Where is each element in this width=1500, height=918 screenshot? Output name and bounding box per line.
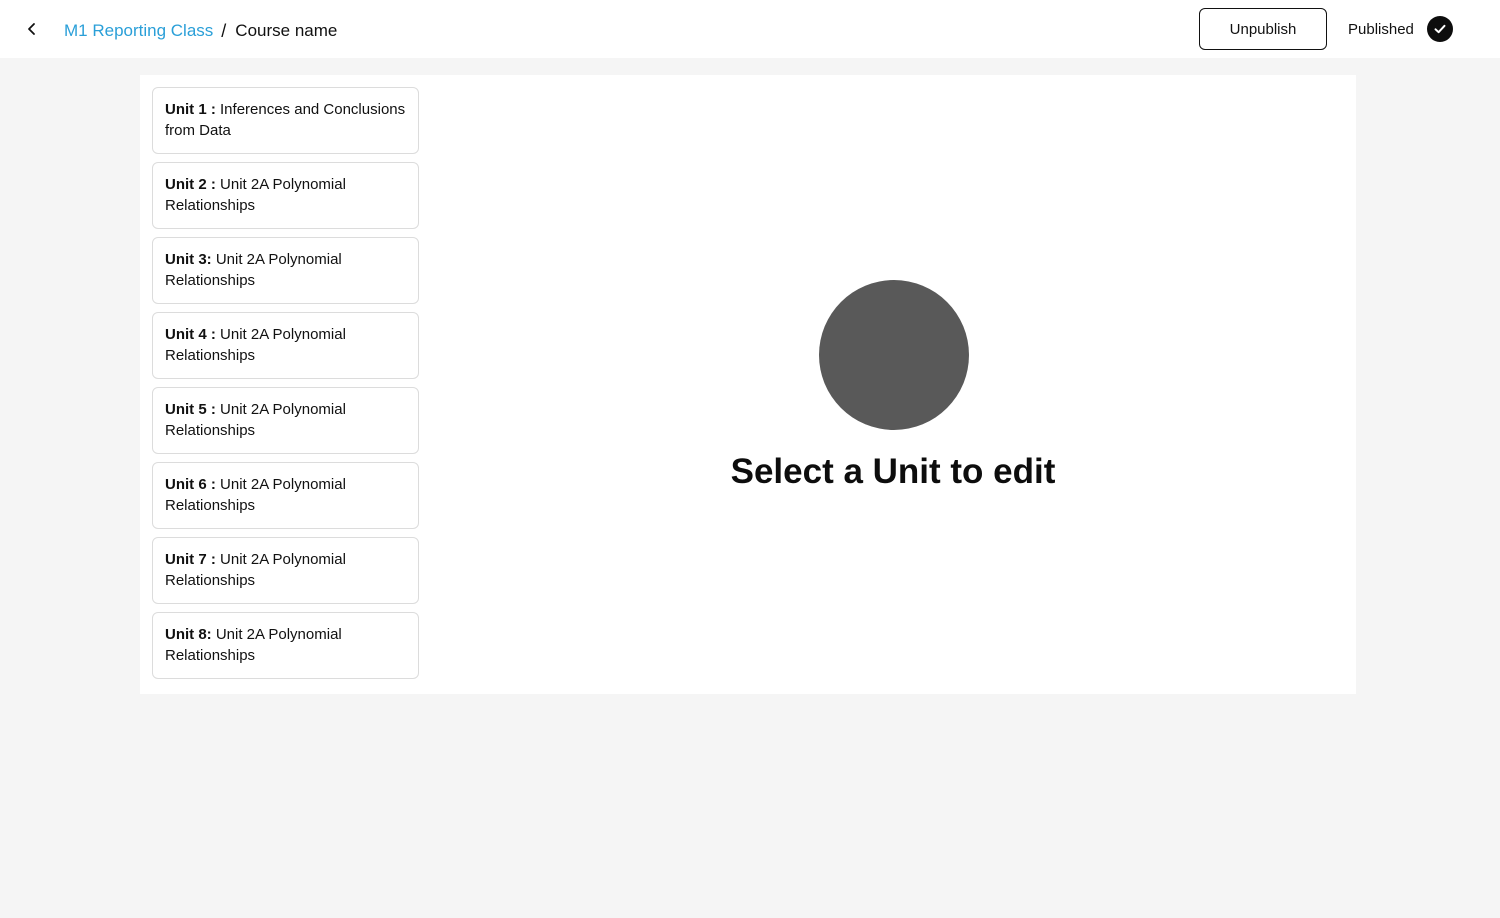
unit-number: Unit 7 :	[165, 551, 216, 568]
unit-card-3[interactable]: Unit 3: Unit 2A Polynomial Relationships	[152, 237, 419, 304]
status-label: Published	[1348, 20, 1414, 38]
unit-card-5[interactable]: Unit 5 : Unit 2A Polynomial Relationship…	[152, 387, 419, 454]
top-bar: M1 Reporting Class / Course name Unpubli…	[0, 0, 1500, 58]
breadcrumb-parent-link[interactable]: M1 Reporting Class	[64, 19, 213, 43]
unit-number: Unit 2 :	[165, 176, 216, 193]
breadcrumb: M1 Reporting Class / Course name	[64, 19, 337, 43]
unit-card-4[interactable]: Unit 4 : Unit 2A Polynomial Relationship…	[152, 312, 419, 379]
unpublish-button[interactable]: Unpublish	[1199, 8, 1327, 50]
unit-number: Unit 4 :	[165, 326, 216, 343]
unit-list: Unit 1 : Inferences and Conclusions from…	[152, 87, 419, 687]
unit-card-8[interactable]: Unit 8: Unit 2A Polynomial Relationships	[152, 612, 419, 679]
breadcrumb-separator: /	[221, 21, 227, 41]
placeholder-illustration	[819, 280, 969, 430]
unit-number: Unit 3:	[165, 251, 212, 268]
empty-state-title: Select a Unit to edit	[730, 452, 1056, 491]
empty-state: Select a Unit to edit	[570, 75, 1216, 694]
unit-number: Unit 1 :	[165, 101, 216, 118]
unit-card-7[interactable]: Unit 7 : Unit 2A Polynomial Relationship…	[152, 537, 419, 604]
unit-card-2[interactable]: Unit 2 : Unit 2A Polynomial Relationship…	[152, 162, 419, 229]
course-editor-panel: Unit 1 : Inferences and Conclusions from…	[140, 75, 1356, 694]
chevron-left-icon	[28, 23, 35, 35]
publish-status: Published	[1348, 16, 1453, 42]
check-circle-icon	[1426, 16, 1453, 42]
unit-card-1[interactable]: Unit 1 : Inferences and Conclusions from…	[152, 87, 419, 154]
breadcrumb-current: Course name	[235, 21, 338, 40]
unit-number: Unit 6 :	[165, 476, 216, 493]
unit-number: Unit 8:	[165, 626, 212, 643]
unit-number: Unit 5 :	[165, 401, 216, 418]
back-button[interactable]	[20, 17, 44, 41]
unit-card-6[interactable]: Unit 6 : Unit 2A Polynomial Relationship…	[152, 462, 419, 529]
